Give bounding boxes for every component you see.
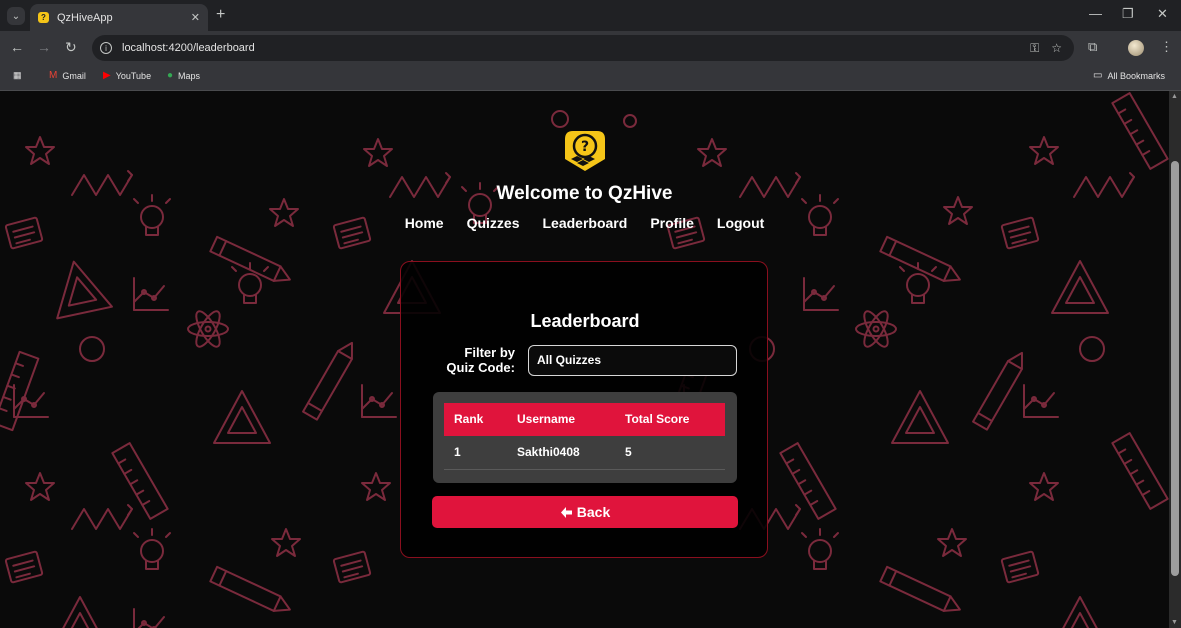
gmail-icon: M	[49, 70, 58, 81]
restore-icon[interactable]: ❐	[1122, 6, 1134, 22]
address-bar[interactable]: i localhost:4200/leaderboard ⚿ ☆	[92, 35, 1074, 61]
table-header-row: Rank Username Total Score	[444, 403, 725, 436]
bookmarks-bar: ▦ M Gmail ▶ YouTube ● Maps ▭ All Bookmar…	[0, 64, 1181, 91]
arrow-left-icon	[560, 506, 572, 518]
reload-icon[interactable]: ↻	[65, 39, 77, 56]
apps-grid-icon[interactable]: ▦	[13, 70, 22, 81]
forward-arrow-icon[interactable]: →	[37, 39, 51, 55]
folder-icon: ▭	[1093, 70, 1103, 81]
back-arrow-icon[interactable]: ←	[10, 39, 24, 55]
bookmark-star-icon[interactable]: ☆	[1051, 41, 1062, 55]
scroll-thumb[interactable]	[1171, 161, 1179, 576]
qzhive-logo-icon: ?	[565, 131, 605, 171]
bookmark-maps[interactable]: ● Maps	[167, 70, 200, 81]
window-close-icon[interactable]: ✕	[1157, 6, 1168, 22]
scroll-up-arrow-icon[interactable]: ▲	[1171, 93, 1178, 100]
tab-search-button[interactable]: ⌄	[7, 7, 25, 25]
username-cell: Sakthi0408	[517, 445, 580, 459]
bookmark-label: Gmail	[62, 70, 86, 81]
back-button[interactable]: Back	[432, 496, 738, 528]
quiz-code-filter-input[interactable]: All Quizzes	[528, 345, 737, 376]
nav-logout[interactable]: Logout	[717, 215, 764, 231]
nav-home[interactable]: Home	[405, 215, 444, 231]
bookmark-label: Maps	[178, 70, 201, 81]
tab-title: QzHiveApp	[57, 11, 113, 24]
all-bookmarks-label: All Bookmarks	[1107, 70, 1165, 81]
url-text[interactable]: localhost:4200/leaderboard	[122, 42, 1030, 54]
browser-toolbar: ← → ↻ i localhost:4200/leaderboard ⚿ ☆ ⧉…	[0, 31, 1181, 64]
nav-quizzes[interactable]: Quizzes	[467, 215, 520, 231]
bookmark-youtube[interactable]: ▶ YouTube	[103, 70, 151, 81]
nav-profile[interactable]: Profile	[650, 215, 694, 231]
tab-bar: ⌄ ? QzHiveApp ✕ + — ❐ ✕	[0, 0, 1181, 31]
password-key-icon[interactable]: ⚿	[1030, 41, 1039, 56]
filter-label: Filter by Quiz Code:	[446, 345, 515, 375]
leaderboard-table: Rank Username Total Score 1 Sakthi0408 5	[433, 392, 737, 483]
close-icon[interactable]: ✕	[191, 11, 200, 24]
scroll-down-arrow-icon[interactable]: ▼	[1171, 619, 1178, 626]
browser-tab[interactable]: ? QzHiveApp ✕	[30, 4, 208, 31]
leaderboard-card: Leaderboard Filter by Quiz Code: All Qui…	[400, 261, 768, 558]
svg-text:?: ?	[581, 139, 589, 155]
main-nav: Home Quizzes Leaderboard Profile Logout	[0, 215, 1169, 231]
all-bookmarks-button[interactable]: ▭ All Bookmarks	[1093, 70, 1165, 81]
leaderboard-title: Leaderboard	[530, 311, 640, 331]
back-button-label: Back	[576, 504, 611, 520]
minimize-icon[interactable]: —	[1089, 6, 1102, 21]
score-cell: 5	[625, 445, 632, 459]
maps-pin-icon: ●	[167, 70, 174, 81]
profile-avatar[interactable]	[1128, 40, 1144, 56]
qzhive-favicon-icon: ?	[38, 12, 49, 23]
bookmark-gmail[interactable]: M Gmail	[49, 70, 86, 81]
welcome-title: Welcome to QzHive	[496, 183, 673, 204]
page-scrollbar[interactable]: ▲ ▼	[1169, 91, 1181, 628]
extensions-puzzle-icon[interactable]: ⧉	[1088, 39, 1097, 55]
column-header-username: Username	[517, 412, 576, 426]
table-row: 1 Sakthi0408 5	[444, 436, 725, 470]
youtube-icon: ▶	[103, 70, 111, 81]
rank-cell: 1	[454, 445, 461, 459]
page-viewport: ? Welcome to QzHive Home Quizzes Leaderb…	[0, 91, 1169, 628]
nav-leaderboard[interactable]: Leaderboard	[543, 215, 628, 231]
more-menu-icon[interactable]: ⋮	[1160, 39, 1173, 55]
bookmark-label: YouTube	[115, 70, 152, 81]
site-info-icon[interactable]: i	[100, 42, 112, 54]
column-header-rank: Rank	[454, 412, 484, 426]
column-header-total-score: Total Score	[625, 412, 690, 426]
new-tab-plus-icon[interactable]: +	[216, 6, 225, 24]
